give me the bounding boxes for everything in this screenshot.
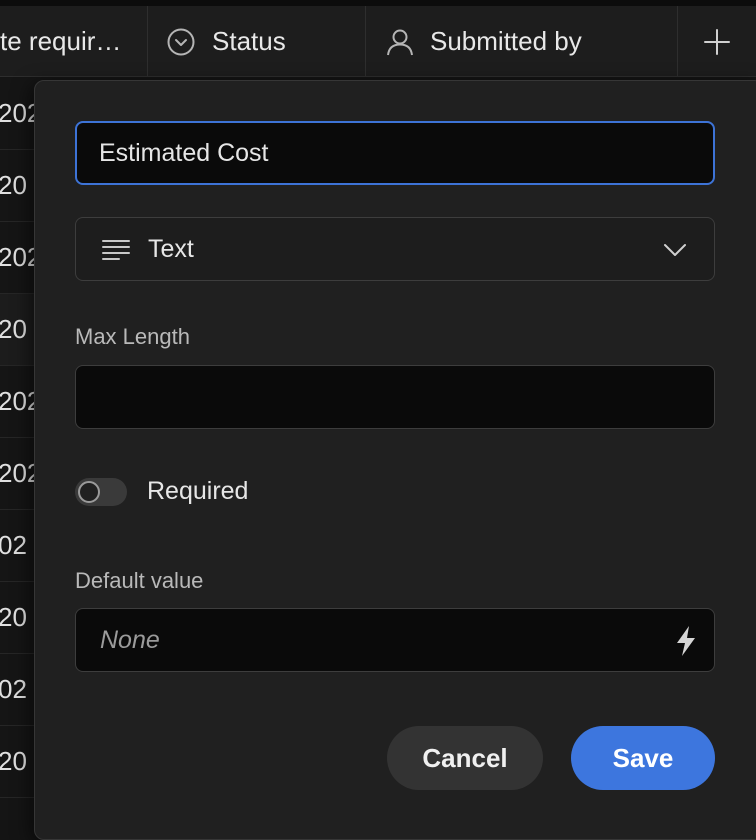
field-name-input[interactable]: Estimated Cost bbox=[75, 121, 715, 185]
default-value-label: Default value bbox=[75, 568, 204, 593]
save-button[interactable]: Save bbox=[571, 726, 715, 790]
text-lines-icon bbox=[102, 240, 130, 260]
row-cell: 20 bbox=[0, 602, 27, 632]
max-length-input[interactable] bbox=[75, 365, 715, 429]
column-header-label: Submitted by bbox=[430, 26, 582, 56]
field-type-label: Text bbox=[148, 234, 194, 263]
table-header: te requir… Status Submitted by bbox=[0, 6, 756, 77]
column-header-date-required[interactable]: te requir… bbox=[0, 6, 148, 77]
max-length-label: Max Length bbox=[75, 324, 190, 349]
row-cell: 20 bbox=[0, 314, 27, 344]
plus-icon bbox=[704, 28, 730, 55]
cancel-button[interactable]: Cancel bbox=[387, 726, 543, 790]
row-cell: 02 bbox=[0, 530, 27, 560]
column-header-submitted-by[interactable]: Submitted by bbox=[366, 6, 678, 77]
required-row: Required bbox=[75, 477, 248, 506]
field-editor-panel: Estimated Cost Text Max Length Required … bbox=[34, 80, 756, 840]
column-header-label: te requir… bbox=[0, 26, 122, 56]
field-name-value: Estimated Cost bbox=[99, 138, 269, 167]
default-value-placeholder: None bbox=[100, 625, 160, 654]
lightning-bolt-icon[interactable] bbox=[674, 625, 698, 657]
default-value-input[interactable]: None bbox=[75, 608, 715, 672]
row-cell: 20 bbox=[0, 170, 27, 200]
add-column-button[interactable] bbox=[678, 6, 756, 77]
user-icon bbox=[387, 29, 413, 55]
chevron-down-icon bbox=[664, 244, 686, 256]
toggle-knob bbox=[78, 480, 100, 503]
row-cell: 20 bbox=[0, 746, 27, 776]
column-header-status[interactable]: Status bbox=[148, 6, 366, 77]
status-circle-icon bbox=[167, 28, 195, 55]
required-toggle[interactable] bbox=[75, 477, 127, 506]
field-type-select[interactable]: Text bbox=[75, 217, 715, 281]
row-cell: 02 bbox=[0, 674, 27, 704]
required-label: Required bbox=[147, 477, 249, 505]
column-header-label: Status bbox=[212, 26, 286, 56]
